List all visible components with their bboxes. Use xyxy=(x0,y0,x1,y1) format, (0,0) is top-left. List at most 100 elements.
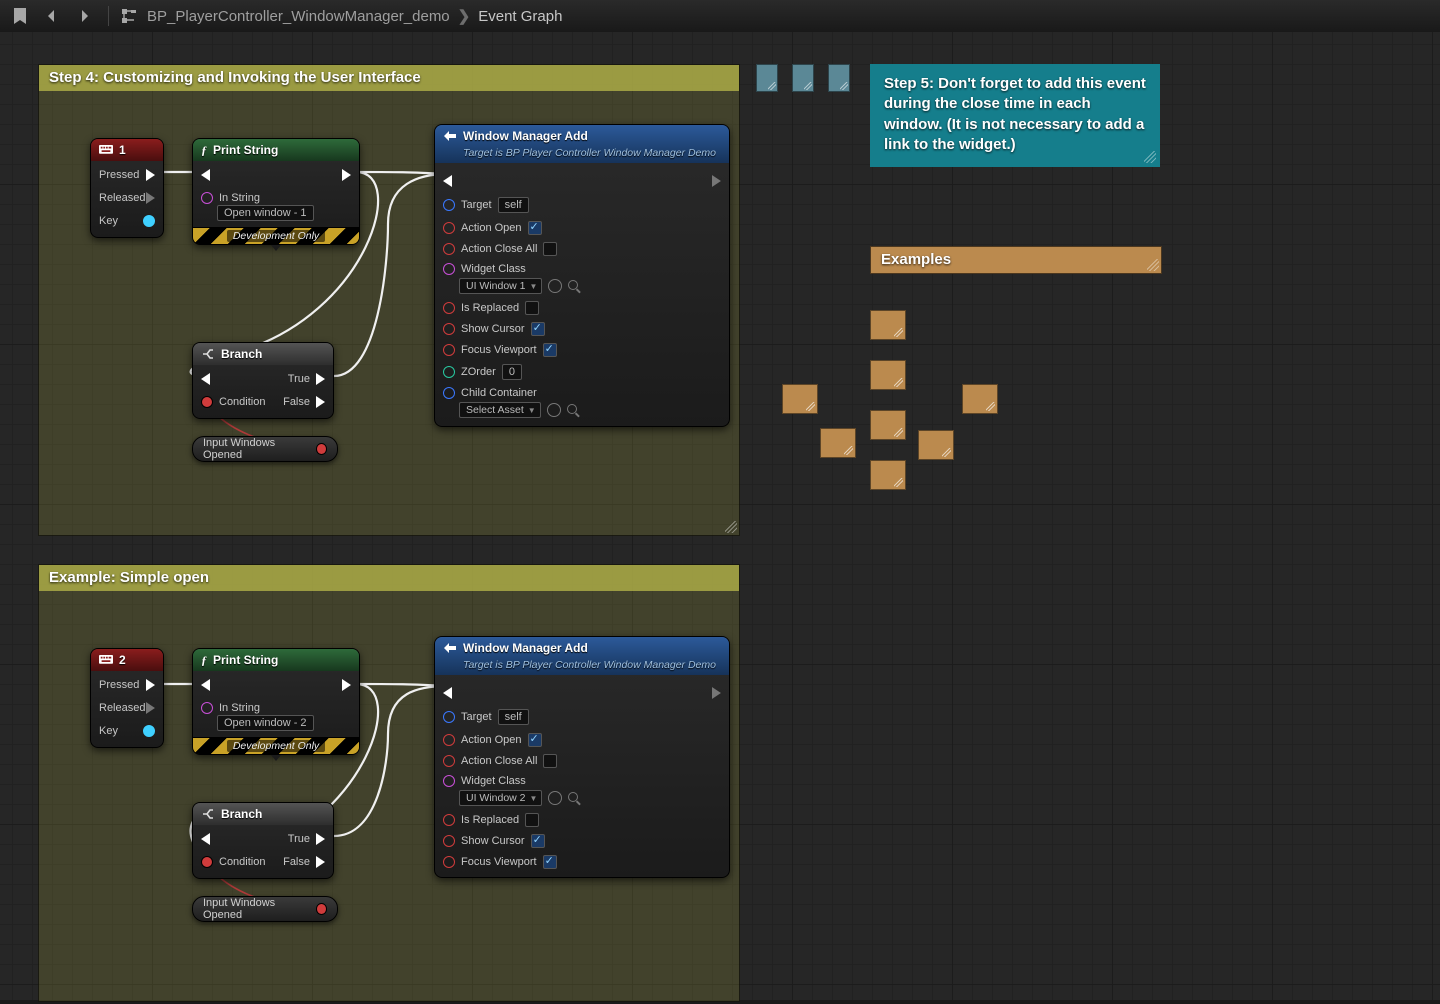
branch-node[interactable]: Branch True Condition False xyxy=(192,802,334,879)
resize-handle-icon[interactable] xyxy=(1147,259,1159,271)
exec-out-pin[interactable] xyxy=(712,175,721,187)
expand-icon[interactable] xyxy=(271,755,281,761)
exec-in-pin[interactable] xyxy=(201,679,210,691)
comment-chip[interactable] xyxy=(870,310,906,340)
checkbox[interactable] xyxy=(525,301,539,315)
data-out-pin[interactable] xyxy=(316,903,327,915)
data-in-pin[interactable] xyxy=(443,856,455,868)
string-input[interactable]: Open window - 2 xyxy=(217,715,314,731)
exec-in-pin[interactable] xyxy=(201,373,210,385)
checkbox[interactable] xyxy=(531,834,545,848)
exec-in-pin[interactable] xyxy=(201,833,210,845)
data-in-pin[interactable] xyxy=(443,775,455,787)
checkbox[interactable] xyxy=(543,754,557,768)
data-in-pin[interactable] xyxy=(443,263,455,275)
data-in-pin[interactable] xyxy=(443,243,455,255)
data-in-pin[interactable] xyxy=(443,222,455,234)
clear-icon[interactable] xyxy=(548,791,562,805)
expand-icon[interactable] xyxy=(271,245,281,251)
node-header[interactable]: ƒ Print String xyxy=(193,139,359,161)
exec-out-pin[interactable] xyxy=(342,679,351,691)
exec-in-pin[interactable] xyxy=(443,687,452,699)
exec-in-pin[interactable] xyxy=(443,175,452,187)
data-in-pin[interactable] xyxy=(201,702,213,714)
comment-region-step5[interactable]: Step 5: Don't forget to add this event d… xyxy=(870,64,1160,167)
checkbox[interactable] xyxy=(543,855,557,869)
string-input[interactable]: Open window - 1 xyxy=(217,205,314,221)
data-out-pin[interactable] xyxy=(143,725,155,737)
checkbox[interactable] xyxy=(543,343,557,357)
data-in-pin[interactable] xyxy=(201,192,213,204)
node-header[interactable]: Branch xyxy=(193,803,333,825)
data-in-pin[interactable] xyxy=(443,366,455,378)
breadcrumb-level1[interactable]: BP_PlayerController_WindowManager_demo xyxy=(147,8,450,25)
data-in-pin[interactable] xyxy=(443,835,455,847)
comment-chip[interactable] xyxy=(870,410,906,440)
node-header[interactable]: Window Manager Add Target is BP Player C… xyxy=(435,637,729,675)
comment-tab[interactable] xyxy=(828,64,850,92)
browse-icon[interactable] xyxy=(568,792,580,804)
exec-out-pin[interactable] xyxy=(316,833,325,845)
comment-tab[interactable] xyxy=(792,64,814,92)
checkbox[interactable] xyxy=(528,733,542,747)
graph-canvas[interactable]: Step 4: Customizing and Invoking the Use… xyxy=(0,32,1440,1000)
node-header[interactable]: ƒ Print String xyxy=(193,649,359,671)
window-manager-add-node[interactable]: Window Manager Add Target is BP Player C… xyxy=(434,124,730,427)
comment-chip[interactable] xyxy=(782,384,818,414)
data-out-pin[interactable] xyxy=(316,443,327,455)
checkbox[interactable] xyxy=(525,813,539,827)
target-value[interactable]: self xyxy=(498,709,529,725)
comment-chip[interactable] xyxy=(870,460,906,490)
data-in-pin[interactable] xyxy=(443,755,455,767)
input-key-1-node[interactable]: 1 Pressed Released Key xyxy=(90,138,164,238)
comment-title[interactable]: Example: Simple open xyxy=(39,565,739,591)
checkbox[interactable] xyxy=(543,242,557,256)
print-string-node[interactable]: ƒ Print String In String Open window - 1… xyxy=(192,138,360,245)
exec-in-pin[interactable] xyxy=(201,169,210,181)
comment-chip[interactable] xyxy=(820,428,856,458)
exec-out-pin[interactable] xyxy=(146,679,155,691)
nav-back-button[interactable] xyxy=(38,3,66,29)
target-value[interactable]: self xyxy=(498,197,529,213)
resize-handle-icon[interactable] xyxy=(1144,151,1156,163)
data-in-pin[interactable] xyxy=(443,734,455,746)
checkbox[interactable] xyxy=(528,221,542,235)
node-header[interactable]: 1 xyxy=(91,139,163,161)
resize-handle-icon[interactable] xyxy=(725,521,737,533)
exec-out-pin[interactable] xyxy=(712,687,721,699)
comment-tab[interactable] xyxy=(756,64,778,92)
data-in-pin[interactable] xyxy=(443,711,455,723)
exec-out-pin[interactable] xyxy=(316,373,325,385)
comment-title[interactable]: Step 4: Customizing and Invoking the Use… xyxy=(39,65,739,91)
exec-out-pin[interactable] xyxy=(342,169,351,181)
window-manager-add-node[interactable]: Window Manager Add Target is BP Player C… xyxy=(434,636,730,878)
branch-node[interactable]: Branch True Condition False xyxy=(192,342,334,419)
clear-icon[interactable] xyxy=(548,279,562,293)
comment-chip[interactable] xyxy=(870,360,906,390)
input-key-2-node[interactable]: 2 Pressed Released Key xyxy=(90,648,164,748)
data-in-pin[interactable] xyxy=(201,396,213,408)
node-header[interactable]: 2 xyxy=(91,649,163,671)
exec-out-pin[interactable] xyxy=(146,169,155,181)
comment-region-examples[interactable]: Examples xyxy=(870,246,1162,274)
checkbox[interactable] xyxy=(531,322,545,336)
exec-out-pin[interactable] xyxy=(146,702,155,714)
blueprint-icon[interactable] xyxy=(115,3,143,29)
data-in-pin[interactable] xyxy=(443,323,455,335)
class-dropdown[interactable]: UI Window 1▼ xyxy=(459,278,542,294)
data-in-pin[interactable] xyxy=(443,387,455,399)
save-status-icon[interactable] xyxy=(6,3,34,29)
comment-chip[interactable] xyxy=(962,384,998,414)
class-dropdown[interactable]: UI Window 2▼ xyxy=(459,790,542,806)
variable-get-pill[interactable]: Input Windows Opened xyxy=(192,896,338,922)
data-in-pin[interactable] xyxy=(443,302,455,314)
int-input[interactable]: 0 xyxy=(502,364,522,380)
comment-chip[interactable] xyxy=(918,430,954,460)
data-in-pin[interactable] xyxy=(443,199,455,211)
comment-text[interactable]: Step 5: Don't forget to add this event d… xyxy=(870,64,1160,167)
variable-get-pill[interactable]: Input Windows Opened xyxy=(192,436,338,462)
browse-icon[interactable] xyxy=(567,404,579,416)
node-header[interactable]: Window Manager Add Target is BP Player C… xyxy=(435,125,729,163)
browse-icon[interactable] xyxy=(568,280,580,292)
breadcrumb-level2[interactable]: Event Graph xyxy=(478,8,562,25)
